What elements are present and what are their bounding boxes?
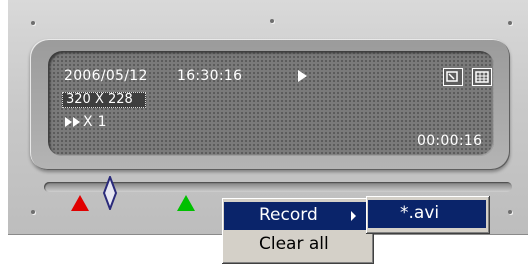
menu-item-label: *.avi [400, 203, 440, 223]
play-icon[interactable] [298, 70, 307, 82]
date-label: 2006/05/12 [64, 68, 148, 84]
screw-icon [31, 21, 35, 25]
grid-view-icon[interactable] [472, 68, 492, 86]
resolution-label: 320 X 228 [66, 92, 133, 107]
end-marker-icon[interactable] [176, 194, 196, 212]
menu-item-clear-all[interactable]: Clear all [224, 231, 370, 259]
screw-icon [508, 210, 512, 214]
menu-item-label: Clear all [259, 234, 329, 254]
speed-label: X 1 [83, 114, 107, 130]
time-label: 16:30:16 [177, 68, 243, 84]
screw-icon [508, 21, 512, 25]
start-marker-icon[interactable] [70, 194, 90, 212]
fast-forward-icon [65, 117, 80, 127]
slider-thumb-icon[interactable] [103, 176, 117, 210]
screw-icon [270, 19, 274, 23]
restore-window-icon[interactable] [443, 68, 463, 86]
elapsed-time-label: 00:00:16 [417, 133, 483, 149]
menu-item-label: Record [259, 205, 318, 225]
record-submenu: *.avi [366, 196, 490, 234]
context-menu: Record Clear all [222, 198, 374, 264]
screw-icon [31, 210, 35, 214]
submenu-arrow-icon [351, 211, 356, 221]
menu-item-avi[interactable]: *.avi [368, 200, 486, 228]
menu-item-record[interactable]: Record [224, 202, 370, 230]
